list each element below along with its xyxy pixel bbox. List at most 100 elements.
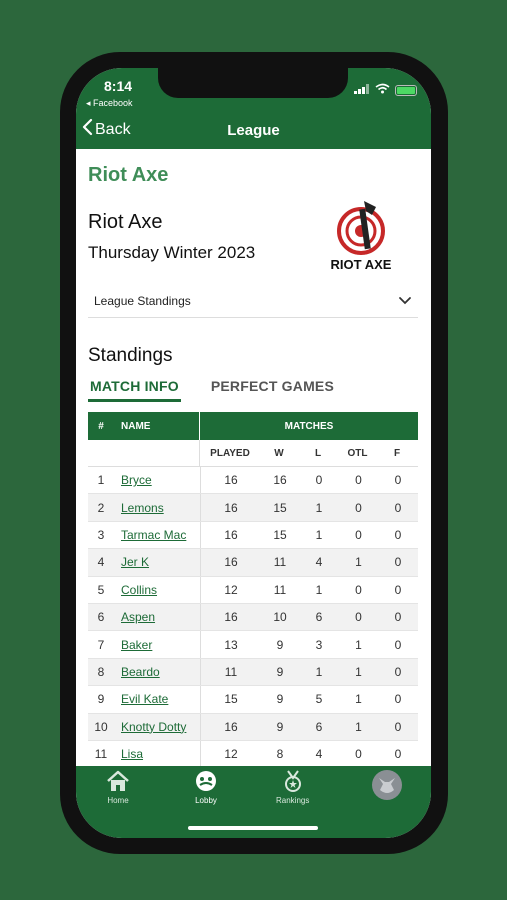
main-content[interactable]: Riot Axe Riot Axe Thursday Winter 2023 R… — [76, 149, 431, 766]
standings-table: # NAME MATCHES PLAYED W L OTL F 1 Bryce 16… — [88, 412, 418, 766]
cell-rank: 3 — [97, 527, 105, 542]
cell-f: 0 — [394, 610, 402, 625]
back-to-app-label[interactable]: ◂ Facebook — [86, 98, 133, 109]
cell-rank: 4 — [97, 555, 105, 570]
col-played: PLAYED — [210, 447, 250, 459]
cell-played: 16 — [224, 527, 238, 542]
cell-played: 16 — [224, 500, 238, 515]
cell-otl: 1 — [355, 664, 362, 679]
player-name-link[interactable]: Beardo — [114, 665, 200, 679]
cell-f: 0 — [394, 500, 402, 515]
cell-f: 0 — [394, 719, 402, 734]
standings-tabs: MATCH INFO PERFECT GAMES — [88, 376, 336, 402]
cell-l: 1 — [315, 527, 323, 542]
table-row: 7 Baker 13 9 3 1 0 — [88, 631, 418, 659]
cell-otl: 1 — [355, 637, 362, 652]
cell-f: 0 — [394, 664, 402, 679]
lobby-icon — [194, 770, 218, 796]
player-name-link[interactable]: Collins — [114, 583, 200, 597]
cell-otl: 0 — [355, 527, 362, 542]
cell-rank: 5 — [97, 582, 105, 597]
col-otl: OTL — [347, 447, 368, 459]
player-name-link[interactable]: Tarmac Mac — [114, 528, 200, 542]
home-icon — [106, 770, 130, 796]
cell-l: 6 — [315, 719, 323, 734]
cell-w: 16 — [273, 473, 287, 488]
team-name: Riot Axe — [88, 211, 163, 233]
cell-played: 15 — [224, 692, 238, 707]
cell-l: 1 — [315, 500, 323, 515]
player-name-link[interactable]: Jer K — [114, 555, 200, 569]
tab-rankings[interactable]: Rankings — [276, 770, 309, 805]
player-name-link[interactable]: Lemons — [114, 501, 200, 515]
tab-profile[interactable] — [372, 770, 402, 804]
cell-l: 6 — [315, 610, 323, 625]
table-row: 8 Beardo 11 9 1 1 0 — [88, 658, 418, 687]
table-header: # NAME MATCHES — [88, 412, 418, 440]
cell-played: 16 — [224, 473, 238, 488]
player-name-link[interactable]: Bryce — [114, 473, 200, 487]
signal-icon — [354, 81, 370, 99]
cell-otl: 0 — [355, 610, 362, 625]
cell-l: 4 — [315, 555, 323, 570]
tab-lobby-label: Lobby — [195, 796, 217, 805]
cell-w: 9 — [276, 692, 284, 707]
tab-match-info[interactable]: MATCH INFO — [88, 376, 181, 402]
top-bar: 8:14 ◂ Facebook Back League — [76, 68, 431, 149]
league-name: Riot Axe — [88, 164, 169, 186]
table-row: 6 Aspen 16 10 6 0 0 — [88, 603, 418, 632]
cell-w: 15 — [273, 527, 287, 542]
season-name: Thursday Winter 2023 — [88, 243, 256, 262]
player-name-link[interactable]: Evil Kate — [114, 692, 200, 706]
cell-w: 11 — [273, 582, 287, 597]
cell-f: 0 — [394, 692, 402, 707]
cell-otl: 1 — [355, 719, 362, 734]
status-icons — [354, 81, 417, 99]
league-logo: RIOT AXE — [331, 201, 392, 272]
table-row: 11 Lisa 12 8 4 0 0 — [88, 740, 418, 766]
cell-l: 1 — [315, 582, 323, 597]
table-row: 2 Lemons 16 15 1 0 0 — [88, 494, 418, 522]
table-row: 5 Collins 12 11 1 0 0 — [88, 576, 418, 604]
cell-f: 0 — [394, 527, 402, 542]
player-name-link[interactable]: Lisa — [114, 747, 200, 761]
col-f: F — [393, 447, 401, 459]
cell-f: 0 — [394, 555, 402, 570]
view-select-dropdown[interactable]: League Standings — [88, 284, 418, 318]
cell-rank: 9 — [97, 692, 105, 707]
col-w: W — [274, 447, 284, 459]
player-name-link[interactable]: Aspen — [114, 610, 200, 624]
cell-otl: 0 — [355, 473, 362, 488]
cell-w: 9 — [276, 719, 284, 734]
tab-home-label: Home — [107, 796, 129, 805]
player-name-link[interactable]: Knotty Dotty — [114, 720, 200, 734]
status-time: 8:14 — [104, 78, 133, 94]
cell-played: 13 — [224, 637, 238, 652]
cell-otl: 0 — [355, 582, 362, 597]
page-title: League — [227, 122, 280, 139]
cell-w: 11 — [273, 555, 287, 570]
table-body: 1 Bryce 16 16 0 0 0 2 Lemons 16 15 1 0 0 3 Tarmac Mac 16… — [88, 467, 418, 766]
cell-otl: 0 — [355, 500, 362, 515]
tab-lobby[interactable]: Lobby — [194, 770, 218, 805]
cell-otl: 1 — [355, 692, 362, 707]
cell-otl: 0 — [355, 747, 362, 762]
cell-rank: 2 — [97, 500, 105, 515]
tab-home[interactable]: Home — [106, 770, 130, 805]
cell-f: 0 — [394, 747, 402, 762]
cell-l: 4 — [315, 747, 323, 762]
cell-rank: 8 — [97, 664, 105, 679]
logo-text: RIOT AXE — [331, 257, 392, 272]
tab-perfect-games[interactable]: PERFECT GAMES — [209, 376, 336, 402]
chevron-down-icon — [398, 294, 412, 308]
device-notch — [158, 68, 348, 98]
col-l: L — [314, 447, 322, 459]
cell-played: 16 — [224, 555, 238, 570]
cell-f: 0 — [394, 473, 402, 488]
cell-f: 0 — [394, 637, 402, 652]
cell-rank: 6 — [97, 610, 105, 625]
cell-w: 10 — [273, 610, 287, 625]
cell-played: 11 — [224, 664, 238, 679]
player-name-link[interactable]: Baker — [114, 638, 200, 652]
table-header-left: # NAME — [88, 412, 200, 440]
